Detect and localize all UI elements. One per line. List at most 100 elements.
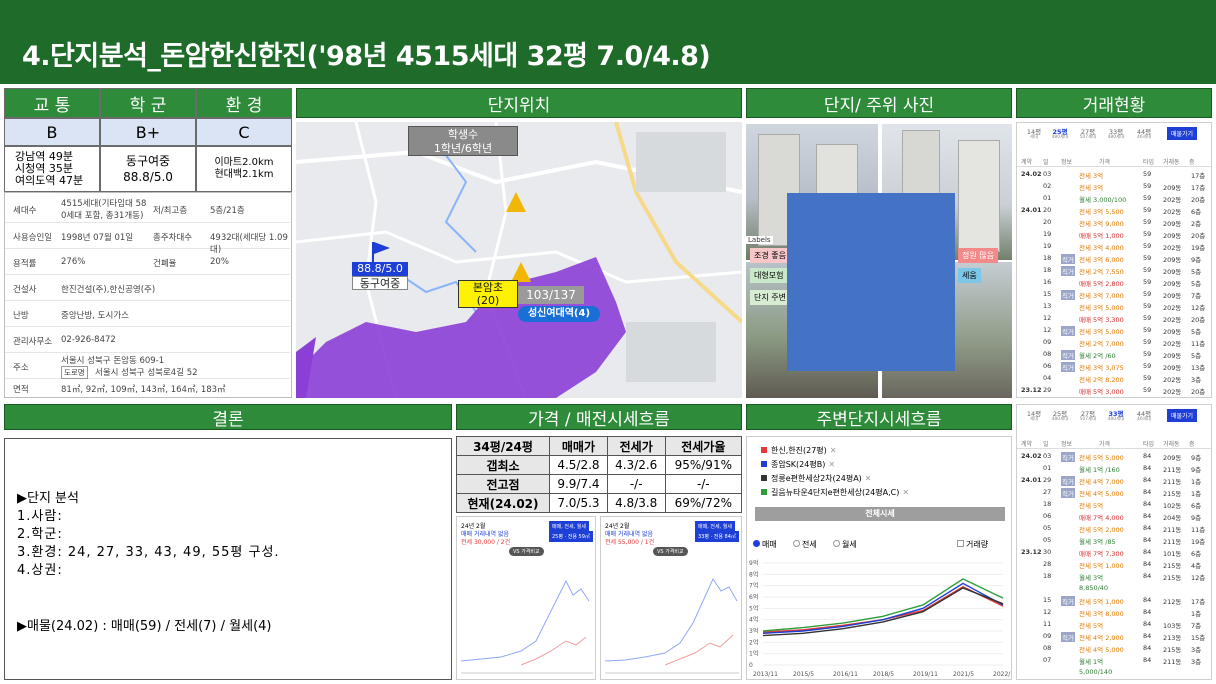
tx-col-header: 층 <box>1189 159 1195 166</box>
conclusion-line: 2.학군: <box>17 527 63 542</box>
tx-cell: 211동 <box>1163 658 1182 666</box>
price-cell: 4.3/2.6 <box>606 455 666 475</box>
score-header-transport: 교 통 <box>4 88 100 118</box>
tx-cell: 전세 4억 2,900 <box>1079 634 1124 642</box>
mini-chart-25py: 24년 2월 매매 거래내역 없음 전세 30,000 / 2건 매매, 전세,… <box>456 516 596 680</box>
tx-cell: 전세 5억 <box>1079 502 1104 510</box>
tx-cell: 6층 <box>1191 550 1202 558</box>
tx-cell: 84 <box>1143 488 1152 496</box>
tx-cell: 20층 <box>1191 232 1206 240</box>
tx-cell: 월세 1억 <box>1079 658 1104 666</box>
tx-cell: 직거 <box>1061 290 1075 300</box>
info-value: 5층/21층 <box>210 206 245 216</box>
tx-col-header: 가격 <box>1099 441 1111 448</box>
radio-jeonse[interactable]: 전세 <box>793 539 817 550</box>
info-key: 건설사 <box>13 285 37 295</box>
tx-cell: 59 <box>1143 278 1152 286</box>
close-icon[interactable]: ✕ <box>830 446 837 455</box>
elementary-school-label: 본암초 (20) <box>458 280 518 308</box>
volume-checkbox[interactable]: 거래량 <box>957 539 988 550</box>
tx-cell: 103동 <box>1163 622 1182 630</box>
tx-row: 18 월세 3억 84 215동 12층 <box>1017 571 1211 582</box>
location-map[interactable]: 학생수 1학년/6학년 88.8/5.0 동구여중 본암초 (20) 103/1… <box>296 122 742 398</box>
close-icon[interactable]: ✕ <box>865 474 872 483</box>
radio-monthly[interactable]: 월세 <box>833 539 857 550</box>
price-cell: 7.0/5.3 <box>549 493 608 513</box>
tx-col-header: 타입 <box>1143 159 1155 166</box>
y-tick-label: 9억 <box>749 559 758 567</box>
price-cell: 4.8/3.8 <box>606 493 666 513</box>
legend-item[interactable]: 종암SK(24평B) ✕ <box>761 459 835 470</box>
conclusion-line: 4.상권: <box>17 563 63 578</box>
tx-cell: 27 <box>1043 488 1052 496</box>
tx-cell: 9층 <box>1191 466 1202 474</box>
transactions-panel-bottom[interactable]: 14평 세대 25평 480세대 27평 507세대 33평 480세대 44평 46세대 매물가기… <box>1016 404 1212 680</box>
listing-button[interactable]: 매물가기 <box>1167 409 1198 422</box>
tx-cell: 전세 3억 5,000 <box>1079 304 1124 312</box>
tx-row: 12 전세 3억 8,000 84 1층 <box>1017 607 1211 618</box>
tx-cell: 59 <box>1143 194 1152 202</box>
price-row: 갭최소 4.5/2.8 4.3/2.6 95%/91% <box>455 455 743 475</box>
info-value: 276% <box>61 257 86 267</box>
tx-cell: 59 <box>1143 338 1152 346</box>
legend-swatch <box>761 461 767 467</box>
tx-col-header: 거래동 <box>1163 159 1180 166</box>
info-row: 용적률 276% 건폐율 20% <box>5 249 290 275</box>
tx-cell: 03 <box>1043 452 1052 460</box>
compare-button[interactable]: VS 가격비교 <box>509 547 544 556</box>
tx-cell: 15 <box>1043 290 1052 298</box>
radio-dot-icon <box>753 540 760 547</box>
tx-cell: 11 <box>1043 620 1052 628</box>
tx-cell: 05 <box>1043 536 1052 544</box>
nearby-tab-all[interactable]: 전체시세 <box>755 507 1005 521</box>
tx-cell: 211동 <box>1163 538 1182 546</box>
tx-cell: 직거 <box>1061 632 1075 642</box>
tx-cell: 9층 <box>1191 256 1202 264</box>
tx-cell: 전세 5억 1,000 <box>1079 562 1124 570</box>
school-score-label: 88.8/5.0 <box>352 262 408 276</box>
transactions-panel-top[interactable]: 14평 세대 25평 480세대 27평 507세대 33평 480세대 44평 46세대 매물가기… <box>1016 122 1212 398</box>
tx-row: 04전세 4억 5,00084215동3층 <box>1017 679 1211 680</box>
radio-sale[interactable]: 매매 <box>753 539 777 550</box>
grade-school: B+ <box>100 118 196 146</box>
tx-cell: 209동 <box>1163 184 1182 192</box>
tx-cell: 20 <box>1043 218 1052 226</box>
station-label[interactable]: 성신여대역(4) <box>518 306 600 322</box>
students-line: 학생수 <box>447 128 479 141</box>
info-value: 한진건설(주),한신공영(주) <box>61 285 156 295</box>
tx-divider <box>1017 448 1211 449</box>
listing-button[interactable]: 매물가기 <box>1167 127 1198 140</box>
tx-cell: 13 <box>1043 302 1052 310</box>
tx-row: 06 직거 전세 3억 3,075 59 209동 13층 <box>1017 361 1211 372</box>
tx-row: 24.02 03 전세 3억 59 17층 <box>1017 169 1211 180</box>
tx-cell: 84 <box>1143 632 1152 640</box>
tx-cell: 213동 <box>1163 634 1182 642</box>
tx-cell: 직거 <box>1061 350 1075 360</box>
compare-button[interactable]: VS 가격비교 <box>653 547 688 556</box>
tx-cell: 1층 <box>1191 478 1202 486</box>
tx-cell: 전세 3억 <box>1079 172 1104 180</box>
tx-row: 28 전세 5억 1,000 84 215동 4층 <box>1017 559 1211 570</box>
tx-row: 19 매매 5억 1,000 59 209동 20층 <box>1017 229 1211 240</box>
tx-cell: 09 <box>1043 338 1052 346</box>
legend-item[interactable]: 정릉e편한세상2차(24평A) ✕ <box>761 473 872 484</box>
tx-cell: 202동 <box>1163 340 1182 348</box>
radio-label: 전세 <box>802 540 817 549</box>
close-icon[interactable]: ✕ <box>828 460 835 469</box>
tx-cell: 1층 <box>1191 610 1202 618</box>
info-row: 세대수 4515세대(기타임대 58 0세대 포함, 총31개동) 저/최고층 … <box>5 197 290 223</box>
radio-label: 매매 <box>762 540 777 549</box>
legend-item[interactable]: 길음뉴타운4단지e편한세상(24평A,C) ✕ <box>761 487 909 498</box>
info-key: 주소 <box>13 363 29 373</box>
tx-cell: 전세 4억 7,000 <box>1079 478 1124 486</box>
close-icon[interactable]: ✕ <box>902 488 909 497</box>
elem-line: 본암초 <box>472 281 504 294</box>
tx-cell: 전세 3억 6,000 <box>1079 256 1124 264</box>
tx-cell: 211동 <box>1163 466 1182 474</box>
tx-cell: 매매 5억 1,000 <box>1079 232 1124 240</box>
tx-cell: 17층 <box>1191 184 1206 192</box>
tx-cell: 5층 <box>1191 268 1202 276</box>
legend-item[interactable]: 한신,한진(27평) ✕ <box>761 445 836 456</box>
tx-cell: 5층 <box>1191 280 1202 288</box>
y-tick-label: 2억 <box>749 638 758 646</box>
